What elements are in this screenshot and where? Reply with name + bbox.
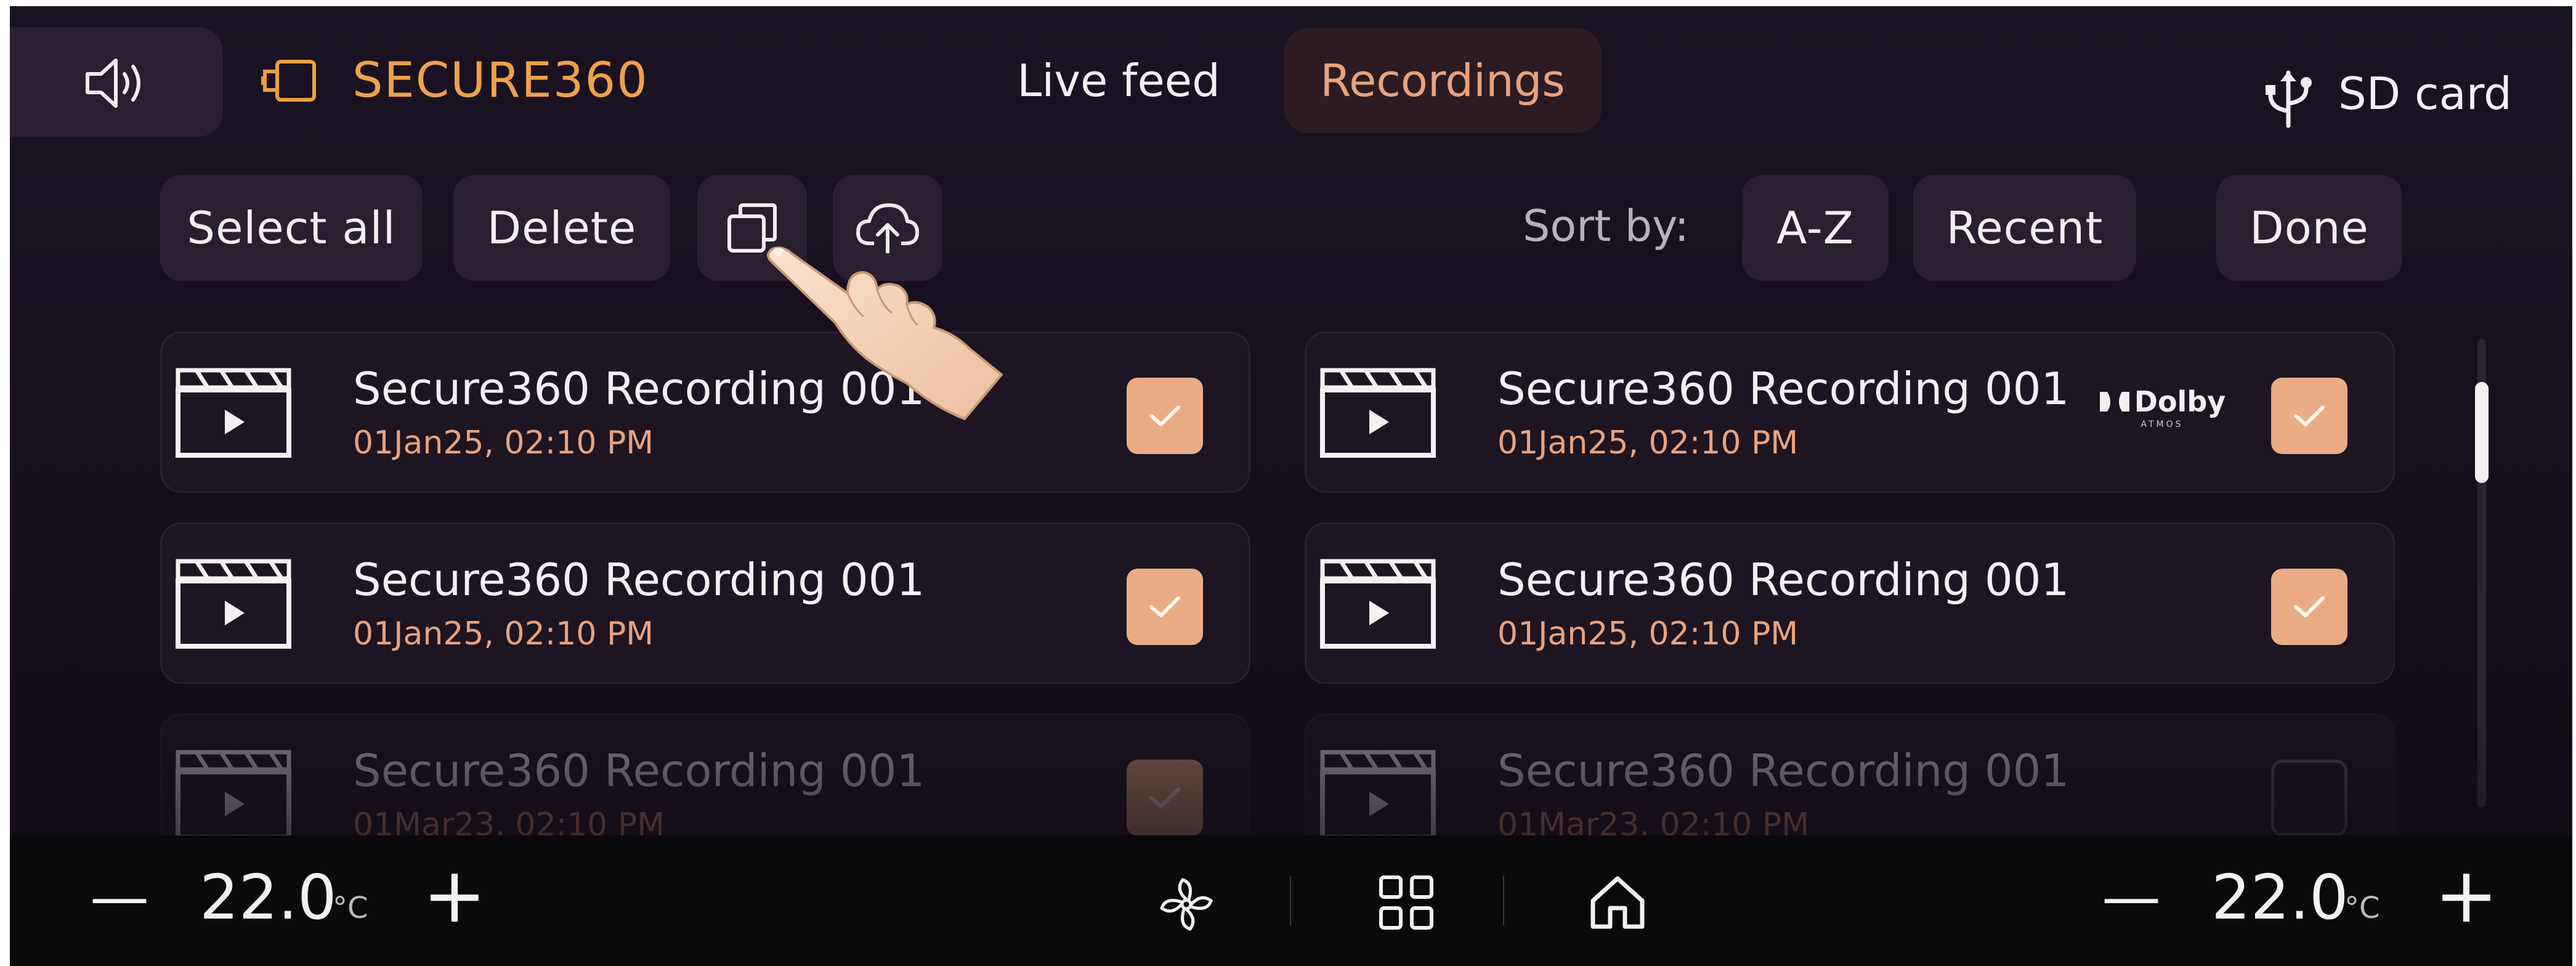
sort-recent-button[interactable]: Recent bbox=[1913, 175, 2136, 281]
usb-icon bbox=[2266, 70, 2312, 128]
sort-az-button[interactable]: A-Z bbox=[1742, 175, 1889, 281]
tab-recordings[interactable]: Recordings bbox=[1284, 28, 1602, 133]
atmos-text: ATMOS bbox=[2141, 420, 2184, 429]
video-clapper-icon bbox=[174, 556, 293, 652]
apps-grid-icon[interactable] bbox=[1377, 874, 1435, 932]
left-temperature: 22.0 bbox=[200, 861, 337, 933]
sort-label: Sort by: bbox=[1523, 201, 1690, 251]
list-fade bbox=[10, 715, 2572, 835]
left-temp-unit: °C bbox=[333, 891, 368, 925]
app-title: SECURE360 bbox=[352, 53, 649, 108]
select-checkbox[interactable] bbox=[1127, 378, 1203, 454]
recording-date: 01Jan25, 02:10 PM bbox=[1497, 615, 1799, 652]
fan-icon[interactable] bbox=[1157, 875, 1216, 934]
storage-label[interactable]: SD card bbox=[2338, 68, 2512, 120]
recording-title: Secure360 Recording 001 bbox=[353, 554, 925, 606]
pointing-hand-icon bbox=[767, 246, 1003, 420]
done-button[interactable]: Done bbox=[2216, 175, 2402, 281]
recording-card[interactable]: Secure360 Recording 001 01Jan25, 02:10 PM… bbox=[1305, 331, 2395, 493]
recording-date: 01Jan25, 02:10 PM bbox=[353, 424, 654, 461]
divider bbox=[1290, 876, 1291, 925]
recording-card[interactable]: Secure360 Recording 001 01Jan25, 02:10 PM bbox=[160, 331, 1250, 493]
video-clapper-icon bbox=[1319, 365, 1437, 461]
left-temp-decrease-button[interactable]: — bbox=[90, 862, 149, 932]
select-checkbox[interactable] bbox=[2271, 569, 2347, 645]
left-temp-increase-button[interactable]: + bbox=[423, 851, 487, 940]
recording-card[interactable]: Secure360 Recording 001 01Jan25, 02:10 PM bbox=[1305, 522, 2395, 684]
delete-button[interactable]: Delete bbox=[453, 175, 670, 281]
camera-app-icon bbox=[261, 60, 316, 102]
divider bbox=[1503, 876, 1504, 925]
recordings-screen: SECURE360 Live feed Recordings SD card S… bbox=[10, 6, 2572, 835]
recording-title: Secure360 Recording 001 bbox=[1497, 363, 2070, 415]
home-icon[interactable] bbox=[1588, 874, 1647, 932]
select-checkbox[interactable] bbox=[2271, 378, 2347, 454]
right-temp-increase-button[interactable]: + bbox=[2434, 851, 2498, 940]
dolby-atmos-logo: Dolby ATMOS bbox=[2097, 385, 2227, 429]
dolby-text: Dolby bbox=[2134, 385, 2226, 418]
tab-live-feed[interactable]: Live feed bbox=[995, 28, 1242, 133]
right-temp-unit: °C bbox=[2344, 891, 2380, 925]
recording-date: 01Jan25, 02:10 PM bbox=[1497, 424, 1799, 461]
video-clapper-icon bbox=[1319, 556, 1437, 652]
select-checkbox[interactable] bbox=[1127, 569, 1203, 645]
speaker-icon bbox=[86, 59, 140, 108]
scrollbar-thumb[interactable] bbox=[2475, 382, 2489, 483]
select-all-button[interactable]: Select all bbox=[160, 175, 423, 281]
recording-card[interactable]: Secure360 Recording 001 01Jan25, 02:10 PM bbox=[160, 522, 1250, 684]
video-clapper-icon bbox=[174, 365, 293, 461]
recording-date: 01Jan25, 02:10 PM bbox=[353, 615, 654, 652]
recording-title: Secure360 Recording 001 bbox=[1497, 554, 2070, 606]
right-temp-decrease-button[interactable]: — bbox=[2102, 862, 2161, 932]
climate-bar: — 22.0 °C + — 22.0 °C + bbox=[10, 835, 2572, 966]
volume-button[interactable] bbox=[10, 27, 223, 137]
right-temperature: 22.0 bbox=[2211, 861, 2349, 933]
